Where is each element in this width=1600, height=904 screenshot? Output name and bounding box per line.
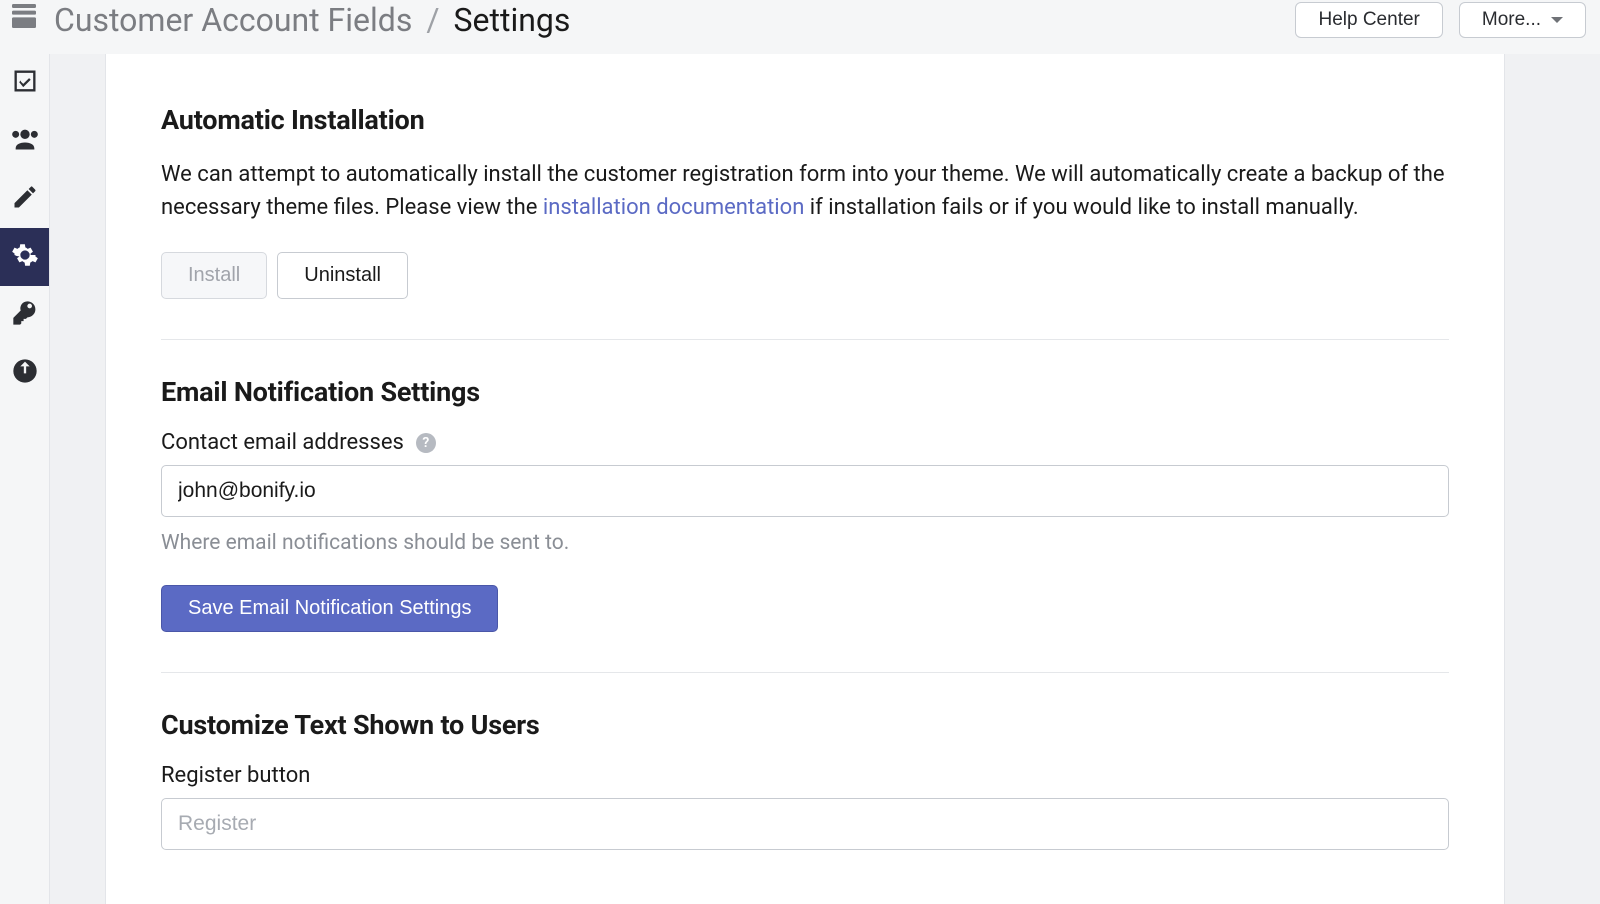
sidebar-item-edit[interactable] [0, 170, 49, 228]
users-icon [11, 125, 39, 157]
users-stack-icon [8, 0, 40, 40]
sidebar-item-settings[interactable] [0, 228, 49, 286]
more-button[interactable]: More... [1459, 2, 1586, 38]
breadcrumb-parent-label: Customer Account Fields [54, 1, 412, 39]
register-button-input[interactable] [161, 798, 1449, 850]
breadcrumb-separator: / [426, 1, 439, 39]
top-actions: Help Center More... [1295, 2, 1586, 38]
help-center-label: Help Center [1318, 9, 1419, 31]
sidebar-item-upload[interactable] [0, 344, 49, 402]
install-button-row: Install Uninstall [161, 252, 1449, 299]
sidebar-item-keys[interactable] [0, 286, 49, 344]
key-icon [11, 299, 39, 331]
breadcrumb-current: Settings [454, 1, 571, 39]
gear-icon [11, 241, 39, 273]
uninstall-button[interactable]: Uninstall [277, 252, 408, 299]
section-title: Customize Text Shown to Users [161, 709, 1449, 741]
chevron-down-icon [1551, 17, 1563, 23]
customize-text-section: Customize Text Shown to Users Register b… [161, 709, 1449, 890]
install-button[interactable]: Install [161, 252, 267, 299]
sidebar-item-users[interactable] [0, 112, 49, 170]
check-square-icon [11, 67, 39, 99]
settings-panel: Automatic Installation We can attempt to… [105, 54, 1505, 904]
breadcrumb: Customer Account Fields / Settings [8, 0, 570, 40]
breadcrumb-parent[interactable]: Customer Account Fields [8, 0, 412, 40]
sidebar-item-checklist[interactable] [0, 54, 49, 112]
section-title: Automatic Installation [161, 104, 1449, 136]
contact-email-label-text: Contact email addresses [161, 430, 404, 455]
sidebar [0, 54, 50, 904]
contact-email-label: Contact email addresses ? [161, 430, 1449, 455]
automatic-installation-section: Automatic Installation We can attempt to… [161, 104, 1449, 340]
section-title: Email Notification Settings [161, 376, 1449, 408]
more-label: More... [1482, 9, 1541, 31]
install-description: We can attempt to automatically install … [161, 158, 1449, 224]
register-button-label: Register button [161, 763, 1449, 788]
email-notification-section: Email Notification Settings Contact emai… [161, 376, 1449, 673]
page-scroll[interactable]: Automatic Installation We can attempt to… [50, 54, 1600, 904]
contact-email-input[interactable] [161, 465, 1449, 517]
upload-icon [11, 357, 39, 389]
help-center-button[interactable]: Help Center [1295, 2, 1442, 38]
contact-email-help: Where email notifications should be sent… [161, 531, 1449, 555]
edit-icon [11, 183, 39, 215]
register-button-label-text: Register button [161, 763, 310, 788]
help-icon[interactable]: ? [416, 433, 436, 453]
install-desc-part2: if installation fails or if you would li… [804, 195, 1358, 220]
save-email-settings-button[interactable]: Save Email Notification Settings [161, 585, 498, 632]
top-bar: Customer Account Fields / Settings Help … [0, 0, 1600, 54]
installation-documentation-link[interactable]: installation documentation [543, 195, 805, 220]
